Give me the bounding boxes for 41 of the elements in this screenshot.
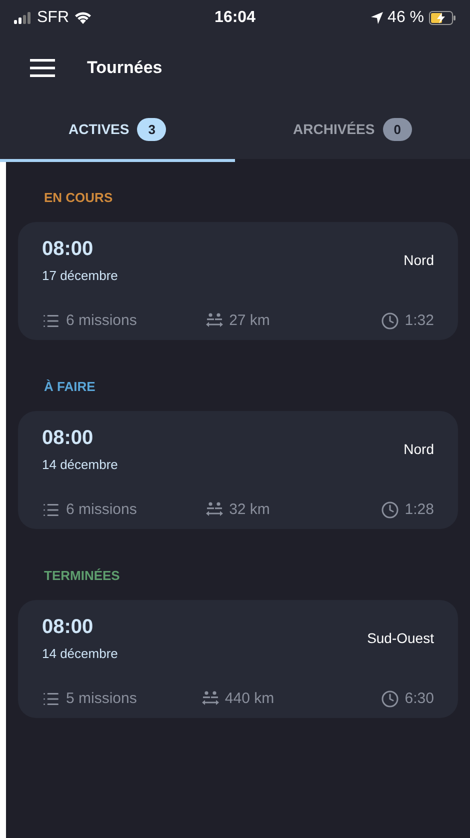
tour-duration: 1:28 (404, 500, 434, 520)
tour-distance: 32 km (229, 500, 270, 520)
clock-icon (380, 312, 399, 330)
tour-date: 14 décembre (42, 456, 119, 474)
section-heading: À FAIRE (43, 378, 96, 396)
location-arrow-icon (370, 12, 383, 24)
distance-icon (206, 502, 224, 518)
battery-percent: 46 % (388, 8, 424, 28)
section-heading: EN COURS (43, 189, 114, 207)
distance-icon (206, 313, 224, 328)
wifi-icon (74, 11, 92, 24)
section-heading: TERMINÉES (43, 567, 121, 585)
tour-time: 08:00 (42, 237, 94, 262)
clock-time: 16:04 (214, 8, 256, 28)
page-title: Tournées (87, 56, 162, 79)
tour-zone: Nord (404, 440, 434, 460)
battery-charging-icon (429, 10, 456, 24)
tour-zone: Sud-Ouest (367, 629, 434, 648)
distance-icon (202, 691, 219, 706)
tour-date: 17 décembre (42, 267, 119, 285)
tour-card[interactable]: 08:00 14 décembre Nord 6 missions 32 km 1:28 (18, 411, 458, 529)
tour-date: 14 décembre (42, 645, 119, 663)
tour-distance: 27 km (229, 310, 270, 330)
tour-card[interactable]: 08:00 14 décembre Sud-Ouest 5 missions 440 km 6:30 (18, 600, 458, 718)
missions-count: 6 missions (66, 310, 137, 330)
menu-button[interactable] (30, 58, 55, 76)
tour-duration: 6:30 (404, 688, 434, 708)
tour-time: 08:00 (42, 426, 94, 451)
clock-icon (380, 690, 399, 708)
tour-card[interactable]: 08:00 17 décembre Nord 6 missions 27 km 1:32 (18, 222, 458, 340)
tour-duration: 1:32 (404, 310, 434, 330)
tour-distance: 440 km (224, 688, 274, 708)
clock-icon (380, 500, 399, 519)
tour-zone: Nord (404, 251, 434, 270)
carrier: SFR (37, 8, 69, 28)
tour-time: 08:00 (42, 615, 94, 640)
signal-icon (14, 12, 32, 24)
missions-count: 5 missions (66, 688, 137, 708)
count-badge: 0 (382, 118, 412, 142)
missions-count: 6 missions (66, 500, 137, 520)
count-badge: 3 (137, 118, 166, 142)
